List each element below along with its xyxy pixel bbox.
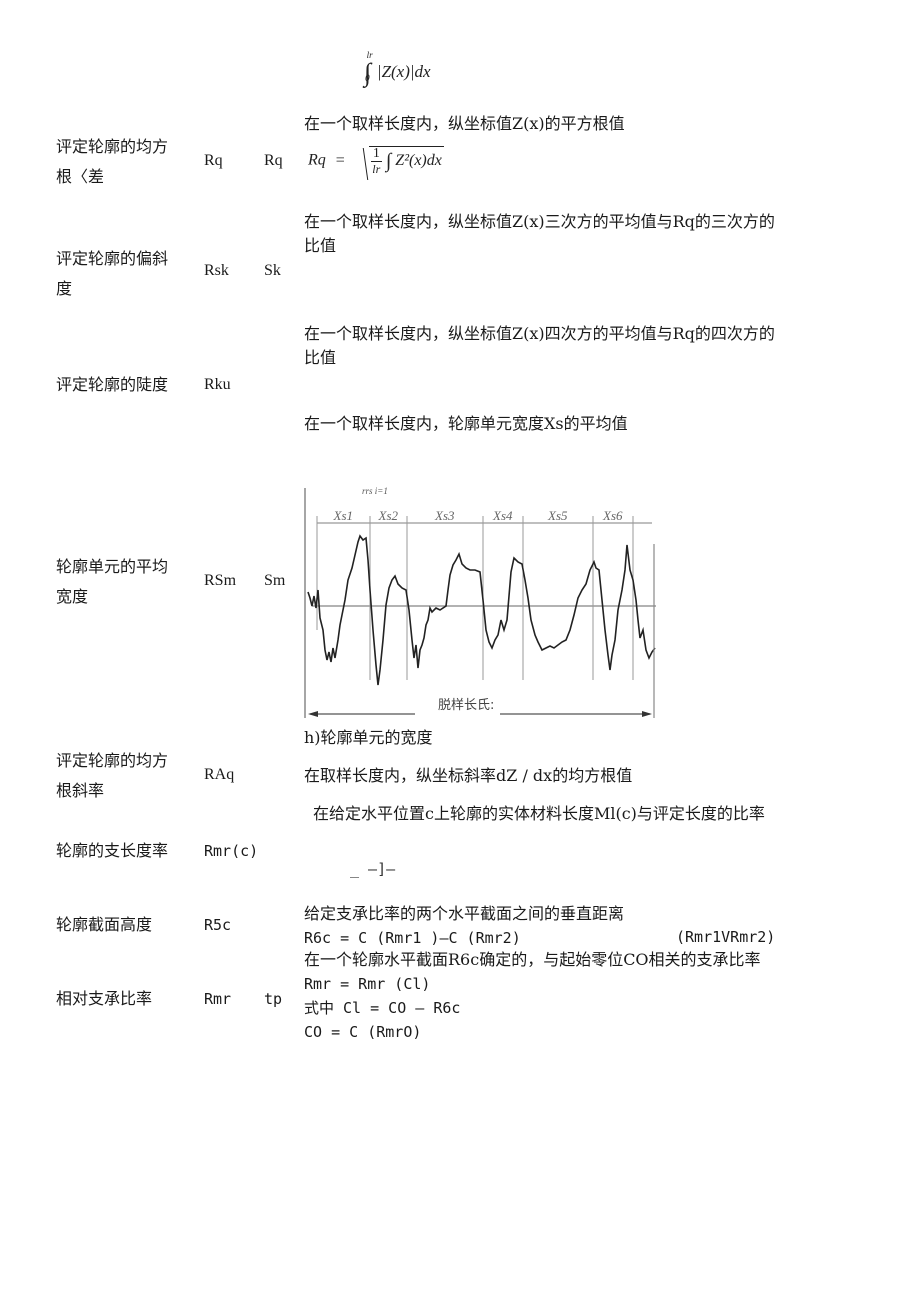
segment-label: Xs1: [333, 508, 354, 523]
segment-label: Xs3: [434, 508, 455, 523]
r5c-symbol-new: R5c: [204, 916, 232, 934]
integral-sign-icon: ∫: [385, 150, 392, 172]
figure-top-note: rrs i=1: [362, 486, 388, 496]
fraction-denominator: lr: [372, 162, 381, 176]
rku-symbol-new: Rku: [204, 376, 231, 393]
rmr-description-line3: 式中 Cl = CO — R6c: [304, 999, 461, 1017]
rsm-name: 轮廓单元的平均 宽度: [56, 552, 196, 612]
raq-name: 评定轮廓的均方 根斜率: [56, 746, 196, 806]
raq-description: 在取样长度内，纵坐标斜率dZ / dx的均方根值: [304, 766, 633, 785]
arrow-right-icon: [642, 711, 652, 717]
rsm-symbol-new: RSm: [204, 572, 237, 589]
rq-formula: Rq = 1 lr ∫ Z²(x)dx: [308, 146, 444, 176]
rku-description-line1: 在一个取样长度内，纵坐标值Z(x)四次方的平均值与Rq的四次方的: [304, 324, 775, 343]
rq-name-line1: 评定轮廓的均方: [56, 137, 169, 156]
fraction-numerator: 1: [370, 146, 382, 162]
rsk-description-line1: 在一个取样长度内，纵坐标值Z(x)三次方的平均值与Rq的三次方的: [304, 212, 775, 231]
rq-description: 在一个取样长度内，纵坐标值Z(x)的平方根值: [304, 114, 625, 133]
rmrc-description: 在给定水平位置c上轮廓的实体材料长度Ml(c)与评定长度的比率: [313, 804, 765, 823]
figure-caption: h)轮廓单元的宽度: [304, 728, 433, 747]
rsm-name-line1: 轮廓单元的平均: [56, 557, 169, 576]
segment-label: Xs4: [492, 508, 513, 523]
rmrc-name: 轮廓的支长度率: [56, 841, 169, 860]
rku-description-line2: 比值: [304, 348, 337, 367]
integral-lower-limit: 0: [365, 73, 370, 84]
rmr-symbol-new: Rmr: [204, 990, 232, 1008]
top-integral-formula: ∫0lr |Z(x)|dx: [364, 50, 431, 88]
rq-symbol-new: Rq: [204, 152, 223, 169]
sqrt-icon: 1 lr ∫ Z²(x)dx: [355, 146, 444, 176]
rq-name-line2: 根〈差: [56, 167, 105, 186]
rsk-name-line2: 度: [56, 279, 73, 298]
rq-formula-eq: =: [335, 151, 345, 169]
rku-name: 评定轮廓的陡度: [56, 375, 169, 394]
raq-name-line1: 评定轮廓的均方: [56, 751, 169, 770]
r5c-description-line1: 给定支承比率的两个水平截面之间的垂直距离: [304, 904, 625, 923]
rmr-symbol-old: tp: [264, 990, 283, 1008]
rmr-description-line2: Rmr = Rmr (Cl): [304, 975, 431, 993]
rmrc-formula-fragment: _ —]—: [350, 860, 396, 878]
rsm-description: 在一个取样长度内，轮廓单元宽度Xs的平均值: [304, 414, 628, 433]
raq-symbol-new: RAq: [204, 766, 235, 783]
segment-dividers: [316, 516, 634, 680]
rmr-description-line4: CO = C (RmrO): [304, 1023, 422, 1041]
rmr-name: 相对支承比率: [56, 989, 153, 1008]
rmrc-symbol-new: Rmr(c): [204, 842, 259, 860]
segment-label: Xs6: [602, 508, 623, 523]
profile-element-width-figure: rrs i=1 Xs1 Xs2 Xs3 Xs4 Xs5 Xs6 脱样长氏:: [304, 486, 656, 718]
rsm-symbol-old: Sm: [264, 572, 286, 589]
r5c-description-line2: R6c = C (Rmr1 )—C (Rmr2): [304, 929, 521, 947]
segment-label: Xs5: [547, 508, 568, 523]
integrand: |Z(x)|dx: [376, 61, 431, 81]
rq-formula-fraction: 1 lr: [370, 146, 382, 176]
rsk-name-line1: 评定轮廓的偏斜: [56, 249, 169, 268]
rq-formula-integrand: Z²(x)dx: [395, 152, 442, 170]
profile-curve: [307, 534, 656, 686]
rq-name: 评定轮廓的均方 根〈差: [56, 132, 196, 192]
r5c-description-note: (Rmr1VRmr2): [676, 928, 776, 946]
rq-formula-lhs: Rq: [308, 151, 326, 169]
raq-name-line2: 根斜率: [56, 781, 105, 800]
rsk-name: 评定轮廓的偏斜 度: [56, 244, 196, 304]
segment-label: Xs2: [378, 508, 399, 523]
rsk-symbol-old: Sk: [264, 262, 281, 279]
sampling-length-label: 脱样长氏:: [438, 698, 494, 713]
integral-upper-limit: lr: [366, 50, 373, 61]
rmr-description-line1: 在一个轮廓水平截面R6c确定的，与起始零位CO相关的支承比率: [304, 950, 761, 969]
rsk-symbol-new: Rsk: [204, 262, 229, 279]
arrow-left-icon: [308, 711, 318, 717]
rq-symbol-old: Rq: [264, 152, 283, 169]
rsk-description-line2: 比值: [304, 236, 337, 255]
segment-labels: Xs1 Xs2 Xs3 Xs4 Xs5 Xs6: [333, 508, 624, 523]
rsm-name-line2: 宽度: [56, 587, 89, 606]
r5c-name: 轮廓截面高度: [56, 915, 153, 934]
